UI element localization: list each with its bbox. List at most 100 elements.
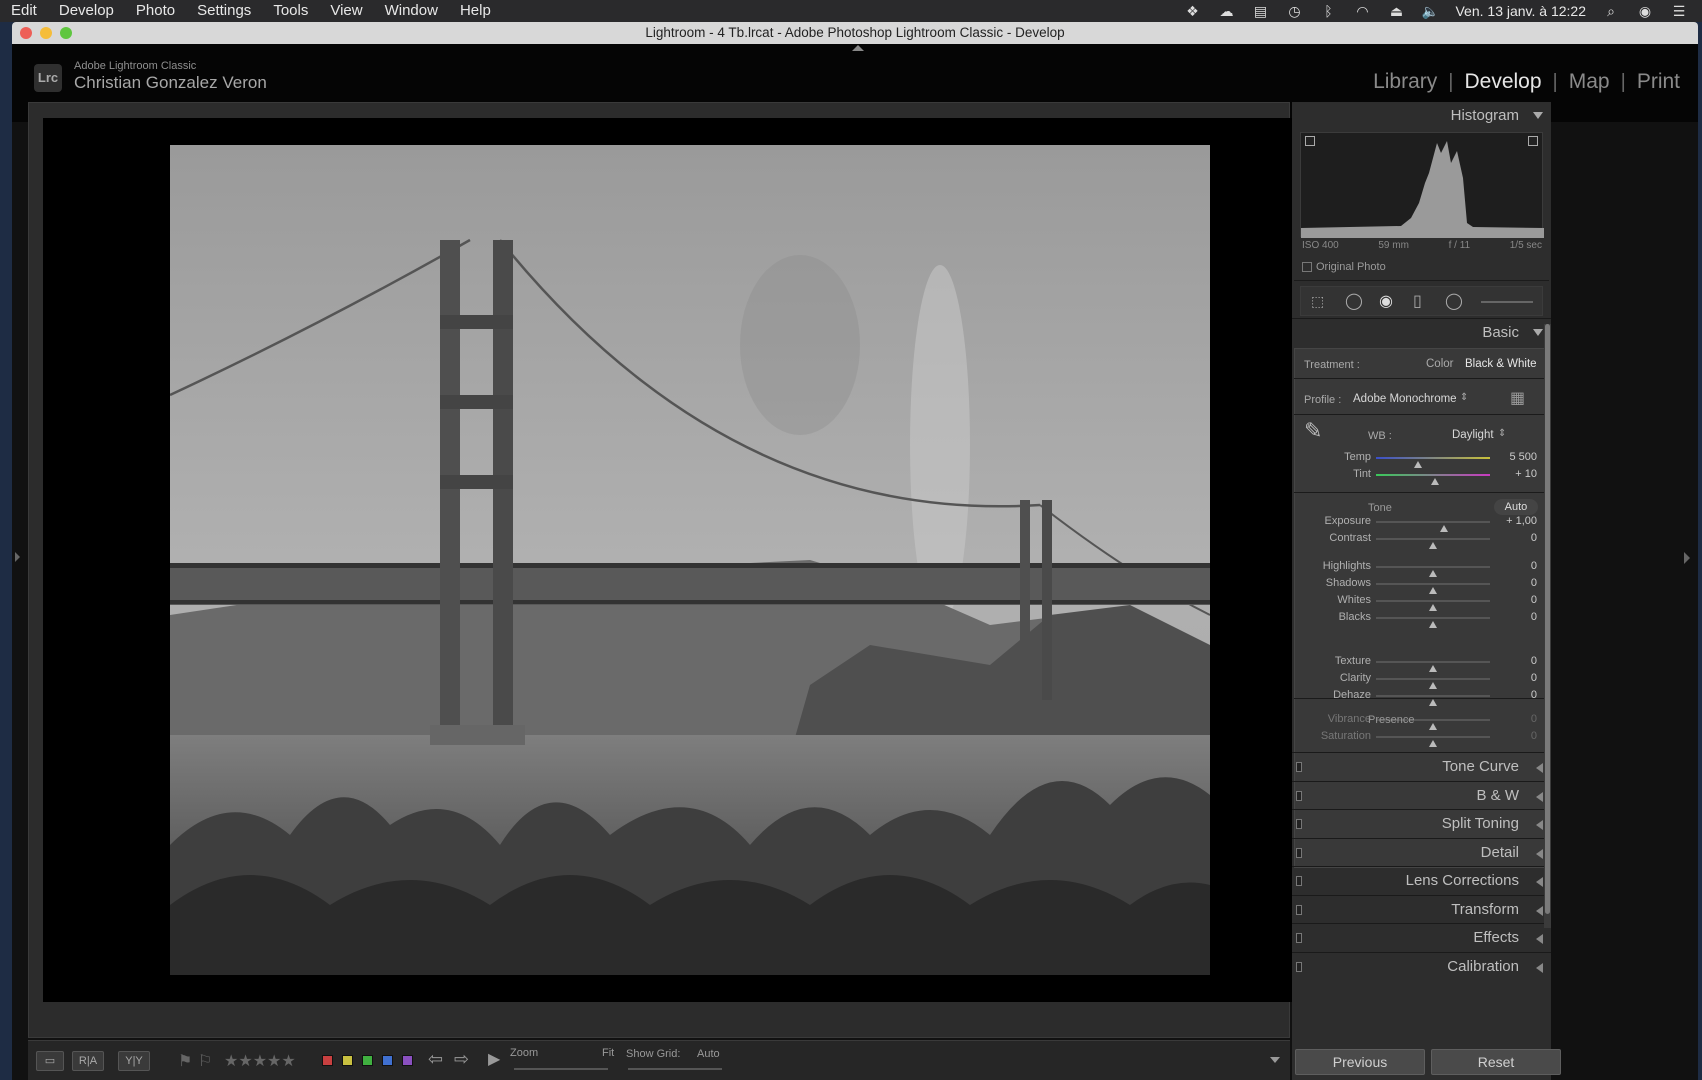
panel-switch-icon[interactable] [1296, 790, 1302, 801]
white-balance-eyedropper-icon[interactable]: ✎ [1304, 418, 1322, 444]
slider-value[interactable]: 0 [1497, 530, 1537, 547]
menu-photo[interactable]: Photo [125, 0, 186, 22]
module-map[interactable]: Map [1569, 70, 1610, 94]
module-library[interactable]: Library [1373, 70, 1437, 94]
slider-value[interactable]: + 1,00 [1497, 513, 1537, 530]
auto-tone-button[interactable]: Auto [1494, 499, 1538, 515]
whites-slider[interactable] [1376, 600, 1490, 611]
slider-value[interactable]: 0 [1497, 711, 1537, 728]
menu-edit[interactable]: Edit [0, 0, 48, 22]
arrow-left-icon[interactable]: ⇦ [428, 1049, 443, 1070]
bluetooth-icon[interactable]: ᛒ [1319, 4, 1337, 18]
previous-button[interactable]: Previous [1295, 1049, 1425, 1075]
photo-golden-gate-bridge[interactable] [170, 145, 1210, 975]
flag-icon[interactable]: ⚑ [178, 1051, 192, 1071]
treatment-color-option[interactable]: Color [1426, 358, 1453, 370]
clarity-slider[interactable] [1376, 678, 1490, 689]
original-photo-checkbox[interactable] [1302, 262, 1312, 273]
collapse-top-panel-icon[interactable] [852, 45, 864, 51]
slider-value[interactable]: 0 [1497, 687, 1537, 704]
contrast-slider[interactable] [1376, 538, 1490, 549]
crop-icon[interactable]: ⬚ [1311, 293, 1324, 310]
menu-window[interactable]: Window [374, 0, 449, 22]
star-icon[interactable]: ★ [267, 1053, 281, 1070]
panel-switch-icon[interactable] [1296, 819, 1302, 829]
color-label-green[interactable] [362, 1055, 373, 1066]
slider-thumb[interactable] [1429, 621, 1437, 628]
panel-switch-icon[interactable] [1296, 762, 1302, 772]
right-panel-toggle-icon[interactable] [1684, 552, 1690, 564]
profile-select[interactable]: Adobe Monochrome [1353, 393, 1457, 405]
reject-flag-icon[interactable]: ⚐ [198, 1051, 212, 1071]
drive-icon[interactable]: ▤ [1251, 4, 1269, 18]
highlights-slider[interactable] [1376, 566, 1490, 577]
basic-panel-header[interactable]: Basic [1292, 318, 1551, 346]
clock[interactable]: Ven. 13 janv. à 12:22 [1455, 3, 1586, 19]
highlight-clipping-icon[interactable] [1528, 136, 1538, 146]
slider-thumb[interactable] [1431, 478, 1440, 485]
saturation-slider[interactable] [1376, 736, 1490, 747]
menu-view[interactable]: View [319, 0, 373, 22]
wifi-icon[interactable]: ◠ [1353, 4, 1371, 18]
reset-button[interactable]: Reset [1431, 1049, 1561, 1075]
slider-thumb[interactable] [1429, 740, 1437, 747]
panel-header-detail[interactable]: Detail [1292, 837, 1551, 866]
dehaze-slider[interactable] [1376, 695, 1490, 706]
before-after-swap-button[interactable]: Y|Y [118, 1051, 150, 1071]
arrow-right-icon[interactable]: ⇨ [454, 1049, 469, 1070]
loupe-view-button[interactable]: ▭ [36, 1051, 64, 1071]
slider-value[interactable]: 0 [1497, 728, 1537, 745]
star-icon[interactable]: ★ [281, 1053, 295, 1070]
siri-icon[interactable]: ◉ [1636, 4, 1654, 18]
toolbar-menu-chevron-down-icon[interactable] [1270, 1057, 1280, 1063]
module-develop[interactable]: Develop [1464, 70, 1541, 94]
color-label-red[interactable] [322, 1055, 333, 1066]
star-rating[interactable]: ★★★★★ [224, 1051, 296, 1071]
texture-slider[interactable] [1376, 661, 1490, 672]
dropbox-icon[interactable]: ❖ [1183, 4, 1201, 18]
panel-header-b-w[interactable]: B & W [1292, 780, 1551, 809]
histogram-header[interactable]: Histogram [1292, 102, 1551, 130]
volume-icon[interactable]: 🔈 [1421, 4, 1439, 18]
slider-value[interactable]: 0 [1497, 670, 1537, 687]
menu-help[interactable]: Help [449, 0, 502, 22]
panel-header-tone-curve[interactable]: Tone Curve [1292, 752, 1551, 780]
minimize-window-button[interactable] [40, 27, 52, 39]
slider-value[interactable]: 0 [1497, 609, 1537, 626]
slider-value[interactable]: 5 500 [1497, 449, 1537, 466]
left-panel-toggle-icon[interactable] [15, 552, 20, 562]
notification-center-icon[interactable]: ☰ [1670, 4, 1688, 18]
color-label-purple[interactable] [402, 1055, 413, 1066]
star-icon[interactable]: ★ [238, 1053, 252, 1070]
scrollbar-thumb[interactable] [1545, 324, 1550, 914]
star-icon[interactable]: ★ [224, 1053, 238, 1070]
panel-switch-icon[interactable] [1296, 961, 1302, 972]
panel-header-lens-corrections[interactable]: Lens Corrections [1292, 866, 1551, 894]
blacks-slider[interactable] [1376, 617, 1490, 628]
slider-value[interactable]: 0 [1497, 558, 1537, 575]
profile-browser-grid-icon[interactable]: ▦ [1510, 388, 1525, 408]
right-panel-scrollbar[interactable] [1544, 324, 1551, 928]
show-grid-select[interactable]: Auto [697, 1048, 720, 1060]
exposure-slider[interactable] [1376, 521, 1490, 532]
shadows-slider[interactable] [1376, 583, 1490, 594]
slider-value[interactable]: 0 [1497, 575, 1537, 592]
slider-thumb[interactable] [1429, 542, 1437, 549]
panel-header-effects[interactable]: Effects [1292, 923, 1551, 951]
red-eye-icon[interactable]: ◉ [1379, 291, 1393, 311]
grid-opacity-slider[interactable] [628, 1068, 722, 1070]
time-machine-icon[interactable]: ◷ [1285, 4, 1303, 18]
shadow-clipping-icon[interactable] [1305, 136, 1315, 146]
play-slideshow-icon[interactable]: ▶ [488, 1049, 500, 1069]
color-label-yellow[interactable] [342, 1055, 353, 1066]
slider-value[interactable]: + 10 [1497, 466, 1537, 483]
adjustment-brush-slider[interactable] [1481, 301, 1533, 303]
close-window-button[interactable] [20, 27, 32, 39]
panel-header-split-toning[interactable]: Split Toning [1292, 809, 1551, 837]
module-print[interactable]: Print [1637, 70, 1680, 94]
spotlight-search-icon[interactable]: ⌕ [1602, 4, 1620, 18]
zoom-slider[interactable] [514, 1068, 608, 1070]
menu-develop[interactable]: Develop [48, 0, 125, 22]
original-photo-toggle[interactable]: Original Photo [1302, 261, 1386, 273]
panel-header-transform[interactable]: Transform [1292, 894, 1551, 923]
